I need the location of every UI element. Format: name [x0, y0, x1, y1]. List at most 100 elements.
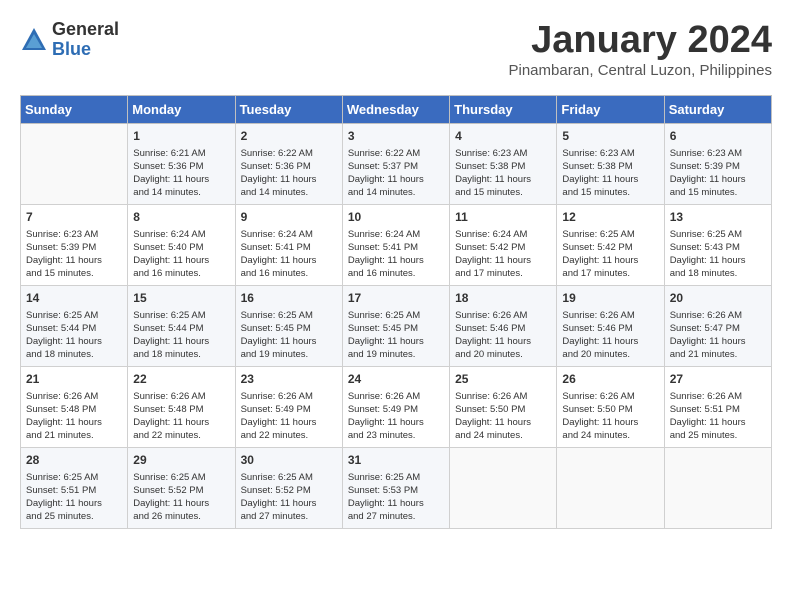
day-info: Sunrise: 6:25 AM Sunset: 5:43 PM Dayligh…: [670, 228, 766, 281]
calendar-cell: 14 Sunrise: 6:25 AM Sunset: 5:44 PM Dayli…: [21, 285, 128, 366]
calendar-cell: 31 Sunrise: 6:25 AM Sunset: 5:53 PM Dayli…: [342, 447, 449, 528]
day-info: Sunrise: 6:26 AM Sunset: 5:46 PM Dayligh…: [455, 309, 551, 362]
day-number: 20: [670, 290, 766, 307]
day-info: Sunrise: 6:26 AM Sunset: 5:48 PM Dayligh…: [133, 390, 229, 443]
calendar-cell: 27 Sunrise: 6:26 AM Sunset: 5:51 PM Dayli…: [664, 366, 771, 447]
day-number: 12: [562, 209, 658, 226]
day-number: 7: [26, 209, 122, 226]
day-info: Sunrise: 6:23 AM Sunset: 5:39 PM Dayligh…: [26, 228, 122, 281]
calendar-cell: [21, 123, 128, 204]
day-info: Sunrise: 6:23 AM Sunset: 5:39 PM Dayligh…: [670, 147, 766, 200]
weekday-header: Wednesday: [342, 95, 449, 123]
calendar-cell: 30 Sunrise: 6:25 AM Sunset: 5:52 PM Dayli…: [235, 447, 342, 528]
calendar-table: SundayMondayTuesdayWednesdayThursdayFrid…: [20, 95, 772, 529]
calendar-cell: 9 Sunrise: 6:24 AM Sunset: 5:41 PM Daylig…: [235, 204, 342, 285]
calendar-cell: 1Sunrise: 6:21 AM Sunset: 5:36 PM Daylig…: [128, 123, 235, 204]
calendar-week-row: 7 Sunrise: 6:23 AM Sunset: 5:39 PM Daylig…: [21, 204, 772, 285]
day-number: 15: [133, 290, 229, 307]
calendar-cell: 22 Sunrise: 6:26 AM Sunset: 5:48 PM Dayli…: [128, 366, 235, 447]
day-info: Sunrise: 6:25 AM Sunset: 5:45 PM Dayligh…: [348, 309, 444, 362]
calendar-cell: 25Sunrise: 6:26 AM Sunset: 5:50 PM Dayli…: [450, 366, 557, 447]
day-info: Sunrise: 6:23 AM Sunset: 5:38 PM Dayligh…: [455, 147, 551, 200]
day-number: 4: [455, 128, 551, 145]
calendar-week-row: 1Sunrise: 6:21 AM Sunset: 5:36 PM Daylig…: [21, 123, 772, 204]
day-info: Sunrise: 6:26 AM Sunset: 5:46 PM Dayligh…: [562, 309, 658, 362]
day-number: 22: [133, 371, 229, 388]
day-info: Sunrise: 6:25 AM Sunset: 5:42 PM Dayligh…: [562, 228, 658, 281]
logo-icon: [20, 26, 48, 54]
calendar-cell: 7 Sunrise: 6:23 AM Sunset: 5:39 PM Daylig…: [21, 204, 128, 285]
calendar-cell: 26 Sunrise: 6:26 AM Sunset: 5:50 PM Dayli…: [557, 366, 664, 447]
logo-text: General Blue: [52, 20, 119, 60]
calendar-week-row: 14 Sunrise: 6:25 AM Sunset: 5:44 PM Dayli…: [21, 285, 772, 366]
calendar-cell: 15 Sunrise: 6:25 AM Sunset: 5:44 PM Dayli…: [128, 285, 235, 366]
day-info: Sunrise: 6:25 AM Sunset: 5:44 PM Dayligh…: [133, 309, 229, 362]
day-number: 24: [348, 371, 444, 388]
day-info: Sunrise: 6:26 AM Sunset: 5:50 PM Dayligh…: [562, 390, 658, 443]
calendar-cell: 10Sunrise: 6:24 AM Sunset: 5:41 PM Dayli…: [342, 204, 449, 285]
day-info: Sunrise: 6:26 AM Sunset: 5:49 PM Dayligh…: [241, 390, 337, 443]
day-info: Sunrise: 6:24 AM Sunset: 5:41 PM Dayligh…: [241, 228, 337, 281]
weekday-header: Tuesday: [235, 95, 342, 123]
calendar-cell: 23Sunrise: 6:26 AM Sunset: 5:49 PM Dayli…: [235, 366, 342, 447]
calendar-cell: 4 Sunrise: 6:23 AM Sunset: 5:38 PM Daylig…: [450, 123, 557, 204]
page-header: General Blue January 2024 Pinambaran, Ce…: [20, 20, 772, 79]
day-info: Sunrise: 6:24 AM Sunset: 5:42 PM Dayligh…: [455, 228, 551, 281]
day-info: Sunrise: 6:26 AM Sunset: 5:50 PM Dayligh…: [455, 390, 551, 443]
day-number: 18: [455, 290, 551, 307]
day-number: 21: [26, 371, 122, 388]
day-info: Sunrise: 6:25 AM Sunset: 5:52 PM Dayligh…: [241, 471, 337, 524]
calendar-cell: 20 Sunrise: 6:26 AM Sunset: 5:47 PM Dayli…: [664, 285, 771, 366]
calendar-cell: 16 Sunrise: 6:25 AM Sunset: 5:45 PM Dayli…: [235, 285, 342, 366]
day-number: 26: [562, 371, 658, 388]
day-number: 30: [241, 452, 337, 469]
calendar-cell: [664, 447, 771, 528]
day-number: 6: [670, 128, 766, 145]
day-number: 27: [670, 371, 766, 388]
calendar-header-row: SundayMondayTuesdayWednesdayThursdayFrid…: [21, 95, 772, 123]
calendar-week-row: 28Sunrise: 6:25 AM Sunset: 5:51 PM Dayli…: [21, 447, 772, 528]
day-number: 8: [133, 209, 229, 226]
day-info: Sunrise: 6:25 AM Sunset: 5:45 PM Dayligh…: [241, 309, 337, 362]
day-number: 11: [455, 209, 551, 226]
calendar-cell: 2Sunrise: 6:22 AM Sunset: 5:36 PM Daylig…: [235, 123, 342, 204]
day-info: Sunrise: 6:24 AM Sunset: 5:40 PM Dayligh…: [133, 228, 229, 281]
day-info: Sunrise: 6:24 AM Sunset: 5:41 PM Dayligh…: [348, 228, 444, 281]
day-number: 9: [241, 209, 337, 226]
day-number: 5: [562, 128, 658, 145]
day-number: 31: [348, 452, 444, 469]
day-number: 16: [241, 290, 337, 307]
weekday-header: Friday: [557, 95, 664, 123]
calendar-cell: 12 Sunrise: 6:25 AM Sunset: 5:42 PM Dayli…: [557, 204, 664, 285]
calendar-cell: 11 Sunrise: 6:24 AM Sunset: 5:42 PM Dayli…: [450, 204, 557, 285]
calendar-cell: [450, 447, 557, 528]
calendar-cell: 8 Sunrise: 6:24 AM Sunset: 5:40 PM Daylig…: [128, 204, 235, 285]
day-info: Sunrise: 6:26 AM Sunset: 5:47 PM Dayligh…: [670, 309, 766, 362]
calendar-cell: 5 Sunrise: 6:23 AM Sunset: 5:38 PM Daylig…: [557, 123, 664, 204]
calendar-cell: [557, 447, 664, 528]
day-number: 19: [562, 290, 658, 307]
day-number: 28: [26, 452, 122, 469]
day-info: Sunrise: 6:25 AM Sunset: 5:44 PM Dayligh…: [26, 309, 122, 362]
day-info: Sunrise: 6:22 AM Sunset: 5:37 PM Dayligh…: [348, 147, 444, 200]
location: Pinambaran, Central Luzon, Philippines: [509, 62, 773, 79]
day-number: 17: [348, 290, 444, 307]
day-info: Sunrise: 6:23 AM Sunset: 5:38 PM Dayligh…: [562, 147, 658, 200]
day-number: 14: [26, 290, 122, 307]
calendar-cell: 21Sunrise: 6:26 AM Sunset: 5:48 PM Dayli…: [21, 366, 128, 447]
calendar-cell: 29 Sunrise: 6:25 AM Sunset: 5:52 PM Dayli…: [128, 447, 235, 528]
day-info: Sunrise: 6:25 AM Sunset: 5:53 PM Dayligh…: [348, 471, 444, 524]
logo-general: General: [52, 20, 119, 40]
weekday-header: Saturday: [664, 95, 771, 123]
logo-blue: Blue: [52, 40, 119, 60]
day-number: 2: [241, 128, 337, 145]
day-info: Sunrise: 6:26 AM Sunset: 5:51 PM Dayligh…: [670, 390, 766, 443]
day-number: 3: [348, 128, 444, 145]
day-number: 29: [133, 452, 229, 469]
day-info: Sunrise: 6:25 AM Sunset: 5:52 PM Dayligh…: [133, 471, 229, 524]
logo: General Blue: [20, 20, 119, 60]
calendar-cell: 19 Sunrise: 6:26 AM Sunset: 5:46 PM Dayli…: [557, 285, 664, 366]
day-info: Sunrise: 6:26 AM Sunset: 5:49 PM Dayligh…: [348, 390, 444, 443]
calendar-cell: 6 Sunrise: 6:23 AM Sunset: 5:39 PM Daylig…: [664, 123, 771, 204]
day-number: 13: [670, 209, 766, 226]
